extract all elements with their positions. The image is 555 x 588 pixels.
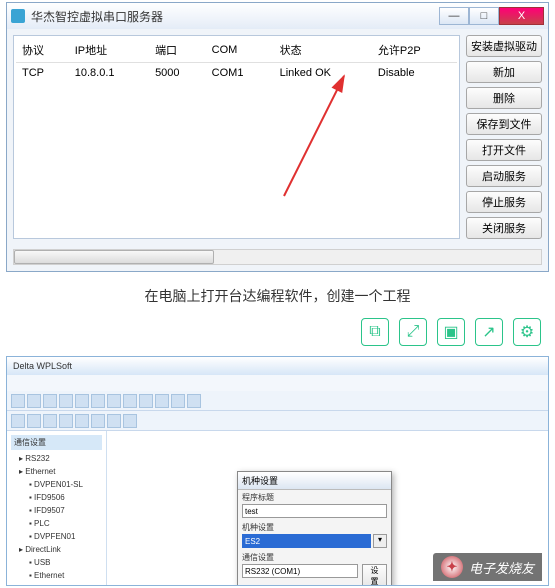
virtual-serial-window: 华杰智控虚拟串口服务器 — □ X 协议 IP地址 端口 COM 状态 允许P2… [6,2,549,272]
caption-text: 在电脑上打开台达编程软件，创建一个工程 [0,272,555,318]
save-icon[interactable]: ▣ [437,318,465,346]
cell-com: COM1 [206,63,274,84]
maximize-button[interactable]: □ [469,7,499,25]
wpl-toolbar-1[interactable] [7,391,548,411]
label-program-title: 程序标题 [242,492,387,503]
col-port[interactable]: 端口 [149,38,206,63]
add-button[interactable]: 新加 [466,61,542,83]
comm-input[interactable] [242,564,358,578]
copy-icon[interactable]: ⧉ [361,318,389,346]
cell-port: 5000 [149,63,206,84]
col-p2p[interactable]: 允许P2P [372,38,457,63]
stop-service-button[interactable]: 停止服务 [466,191,542,213]
tree-item[interactable]: ▸ RS232 [11,452,102,465]
col-ip[interactable]: IP地址 [69,38,149,63]
program-title-input[interactable] [242,504,387,518]
cell-protocol: TCP [16,63,69,84]
expand-icon[interactable]: ⤢ [399,318,427,346]
action-buttons: 安装虚拟驱动 新加 删除 保存到文件 打开文件 启动服务 停止服务 关闭服务 [466,35,542,239]
open-file-button[interactable]: 打开文件 [466,139,542,161]
cell-ip: 10.8.0.1 [69,63,149,84]
table-header-row: 协议 IP地址 端口 COM 状态 允许P2P [16,38,457,63]
delete-button[interactable]: 删除 [466,87,542,109]
wplsoft-window: Delta WPLSoft 通信设置 ▸ RS232▸ Ethernet▪ DV… [6,356,549,586]
page-action-toolbar: ⧉ ⤢ ▣ ↗ ⚙ [0,318,555,356]
tree-item[interactable]: ▪ USB [11,556,102,569]
tree-item[interactable]: ▸ Ethernet [11,465,102,478]
label-model: 机种设置 [242,522,387,533]
label-comm: 通信设置 [242,552,387,563]
save-file-button[interactable]: 保存到文件 [466,113,542,135]
model-settings-dialog: 机种设置 程序标题 机种设置 ▾ 通信设置 设置 [237,471,392,586]
tree-item[interactable]: ▪ DVPFEN01 [11,530,102,543]
tree-item[interactable]: ▪ IFD9507 [11,504,102,517]
model-select[interactable] [242,534,371,548]
cell-p2p: Disable [372,63,457,84]
tree-item[interactable]: ▪ IFD9506 [11,491,102,504]
tree-header: 通信设置 [11,435,102,450]
close-service-button[interactable]: 关闭服务 [466,217,542,239]
chevron-down-icon[interactable]: ▾ [373,534,387,548]
comm-config-button[interactable]: 设置 [362,564,387,586]
wpl-menubar[interactable] [7,375,548,391]
h-scrollbar[interactable] [13,249,542,265]
install-driver-button[interactable]: 安装虚拟驱动 [466,35,542,57]
col-status[interactable]: 状态 [274,38,372,63]
watermark-logo-icon: ✦ [441,556,463,578]
watermark-text: 电子发烧友 [469,558,534,577]
tree-item[interactable]: ▪ Ethernet [11,569,102,582]
start-service-button[interactable]: 启动服务 [466,165,542,187]
app-icon [11,9,25,23]
cell-status: Linked OK [274,63,372,84]
tree-item[interactable]: ▪ DVPEN01-SL [11,478,102,491]
watermark: ✦ 电子发烧友 [433,553,542,581]
comm-tree[interactable]: 通信设置 ▸ RS232▸ Ethernet▪ DVPEN01-SL▪ IFD9… [7,431,107,586]
tree-item[interactable]: ▸ DirectLink [11,543,102,556]
wpl-titlebar[interactable]: Delta WPLSoft [7,357,548,375]
tree-item[interactable]: ▪ PLC [11,517,102,530]
wpl-toolbar-2[interactable] [7,411,548,431]
col-protocol[interactable]: 协议 [16,38,69,63]
connection-table[interactable]: 协议 IP地址 端口 COM 状态 允许P2P TCP 10.8.0.1 500… [16,38,457,83]
wpl-title: Delta WPLSoft [13,361,72,371]
settings-icon[interactable]: ⚙ [513,318,541,346]
col-com[interactable]: COM [206,38,274,63]
window-title: 华杰智控虚拟串口服务器 [31,8,163,25]
connection-table-wrap: 协议 IP地址 端口 COM 状态 允许P2P TCP 10.8.0.1 500… [13,35,460,239]
minimize-button[interactable]: — [439,7,469,25]
close-button[interactable]: X [499,7,544,25]
titlebar[interactable]: 华杰智控虚拟串口服务器 — □ X [7,3,548,29]
table-row[interactable]: TCP 10.8.0.1 5000 COM1 Linked OK Disable [16,63,457,84]
scrollbar-thumb[interactable] [14,250,214,264]
share-icon[interactable]: ↗ [475,318,503,346]
dialog-title[interactable]: 机种设置 [238,472,391,490]
